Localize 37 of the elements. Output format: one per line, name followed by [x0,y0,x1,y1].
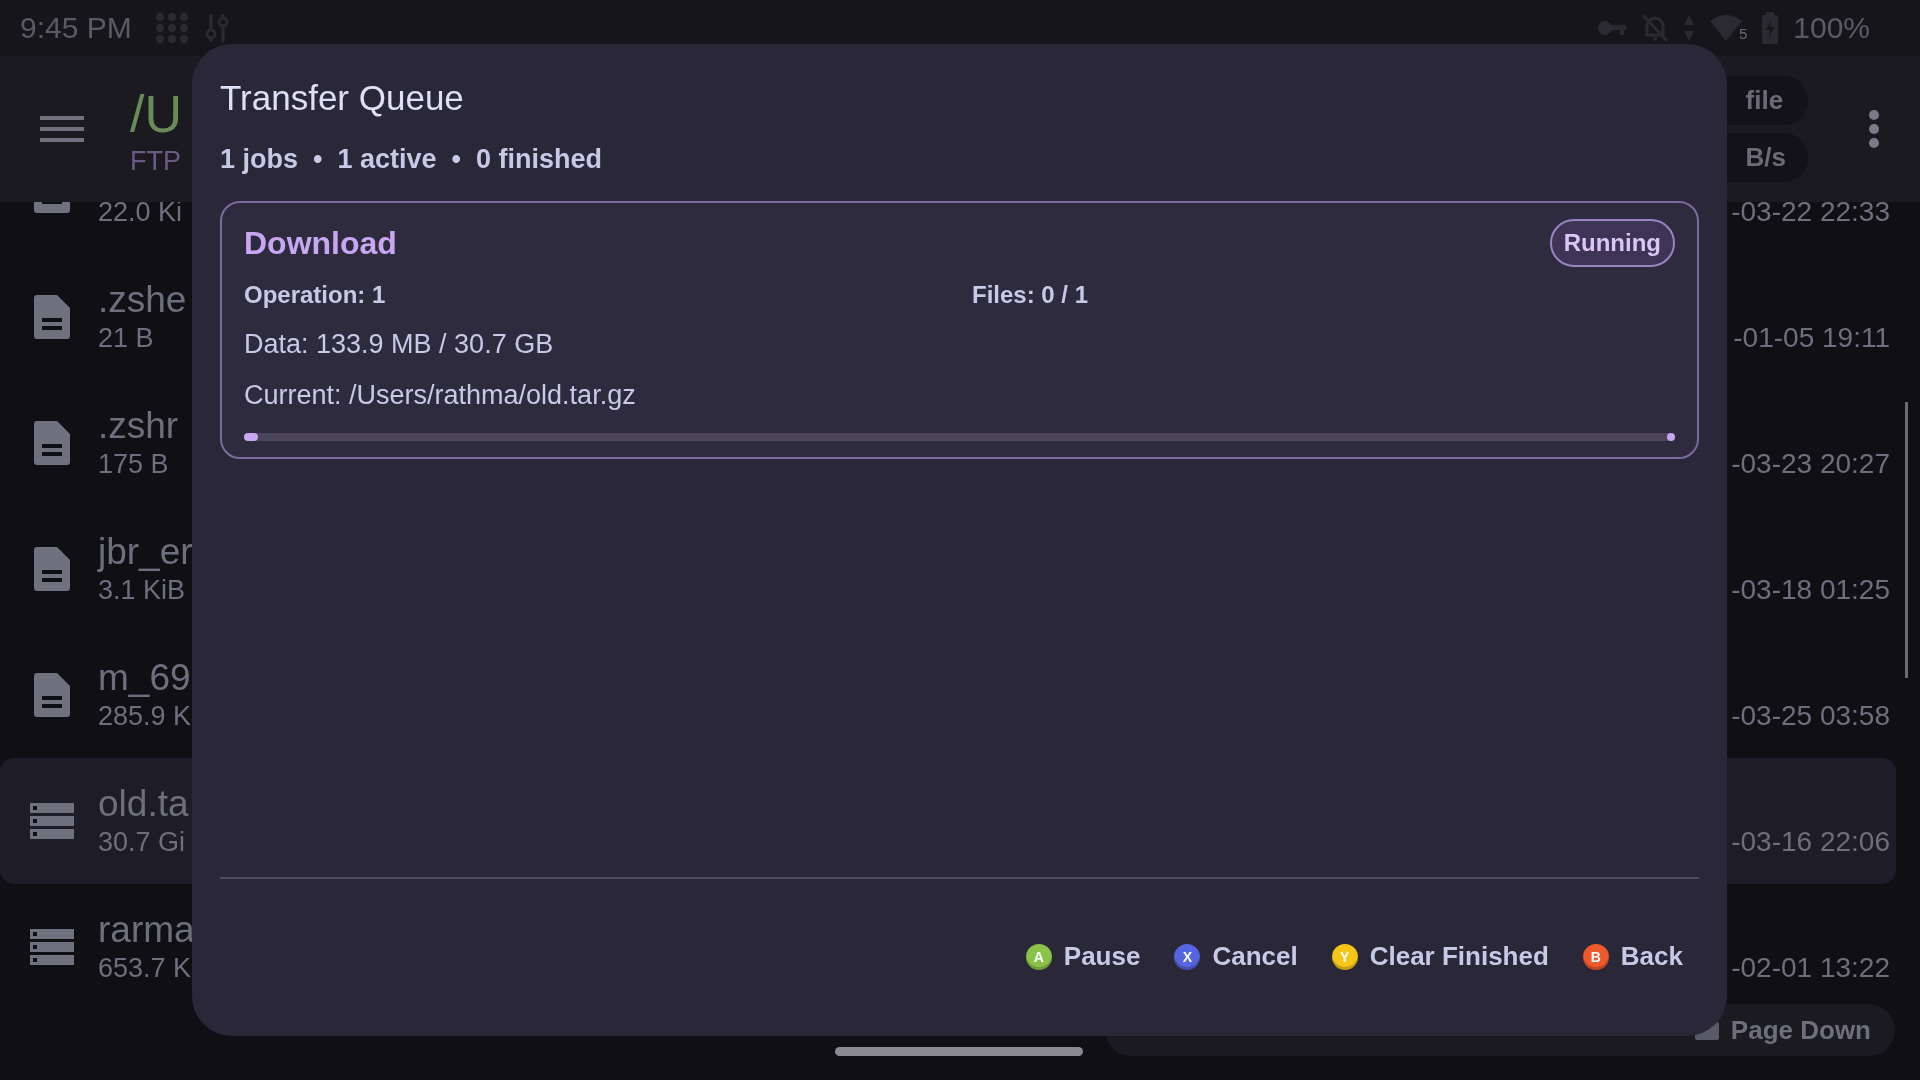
file-date: -03-16 22:06 [1731,826,1890,858]
dialog-title: Transfer Queue [220,78,465,118]
controller-key-icon: X [1174,943,1201,970]
path-title: /U [130,87,182,140]
file-date: -03-22 22:33 [1731,202,1890,228]
job-current-file: Current: /Users/rathma/old.tar.gz [244,380,637,411]
wifi-generation-label: 5 [1738,25,1748,42]
file-date: -03-18 01:25 [1731,574,1890,606]
file-name: old.ta [98,783,189,825]
job-operation: Operation: 1 [244,281,387,309]
job-status: Running [1549,219,1675,267]
job-data: Data: 133.9 MB / 30.7 GB [244,329,555,360]
controller-key-icon: B [1582,943,1609,970]
file-name: jbr_er [98,531,193,573]
file-name: .zshr [98,405,179,447]
file-size: 3.1 KiB [98,575,187,606]
connection-subtitle: FTP [130,145,182,177]
status-time: 9:45 PM [20,11,132,45]
file-date: -02-01 13:22 [1731,952,1890,984]
file-size: 653.7 K [98,953,193,984]
file-date: -03-23 20:27 [1731,448,1890,480]
job-type: Download [244,224,397,262]
file-size: 175 B [98,449,170,480]
file-date: -03-25 03:58 [1731,700,1890,732]
file-date: -01-05 19:11 [1733,322,1890,354]
battery-level: 100% [1793,11,1870,45]
queue-summary: 1 jobs • 1 active • 0 finished [220,144,604,175]
file-name: rarma [98,909,195,951]
file-size: 21 B [98,323,155,354]
file-size: 30.7 Gi [98,827,187,858]
file-name: .zshe [98,279,187,321]
controller-key-icon: A [1025,943,1052,970]
file-size: 22.0 Ki [98,202,183,228]
file-size: 285.9 K [98,701,192,732]
file-name: m_69 [98,657,192,699]
job-files: Files: 0 / 1 [972,281,1090,309]
controller-key-icon: Y [1331,943,1358,970]
